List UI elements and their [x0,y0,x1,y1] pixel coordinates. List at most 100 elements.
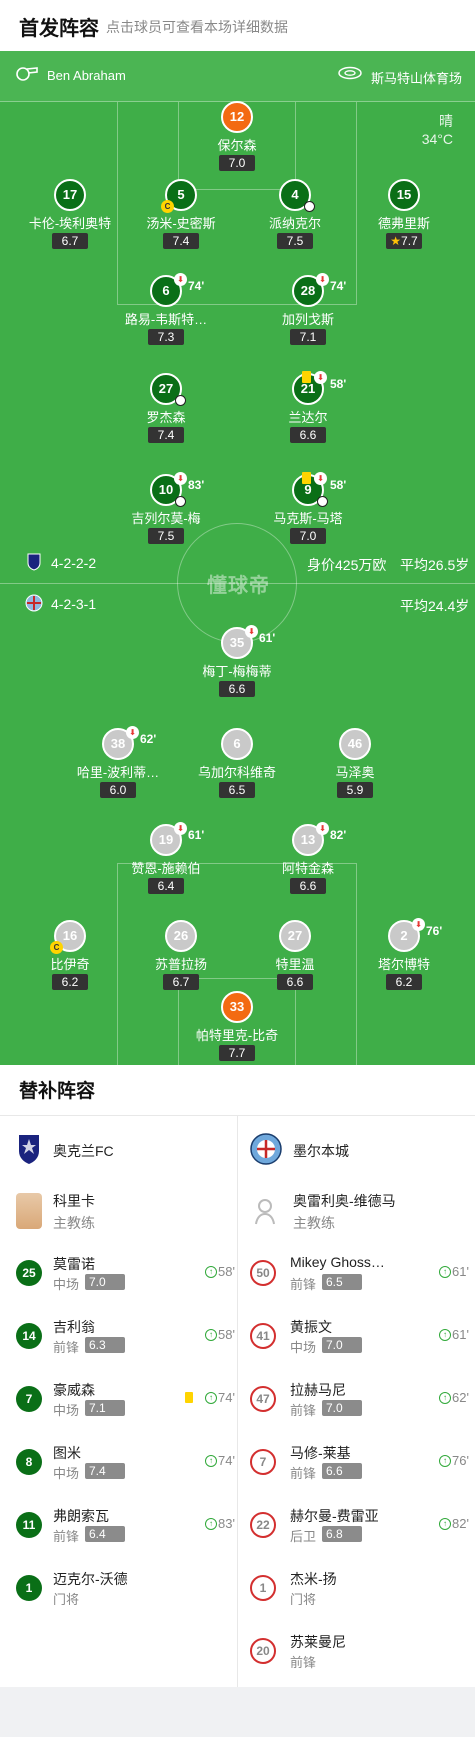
sub-time: 76' [452,1453,469,1468]
player-away-ram[interactable]: 46 马泽奥 5.9 [295,728,415,799]
player-name: 马修-莱基 [290,1445,351,1461]
player-rating: 7.1 [85,1400,125,1416]
player-number: 22 [250,1512,276,1538]
player-home-dm1[interactable]: 6 ⬇ 74' 路易-韦斯特… 7.3 [106,273,226,346]
player-name: 阿特金森 [281,861,334,876]
player-rating: 7.4 [163,233,199,249]
player-home-lb[interactable]: 17 卡伦-埃利奥特 6.7 [10,179,130,250]
player-rating: 7.0 [85,1274,125,1290]
bench-player[interactable]: 22 赫尔曼-费雷亚 后卫 6.8 ↑ 82' [250,1506,469,1550]
player-number: 47 [250,1386,276,1412]
bench-player[interactable]: 25 莫雷诺 中场 7.0 ↑ 58' [16,1254,235,1298]
player-rating: 7.7 [401,234,418,248]
sub-time: 74' [188,279,205,293]
player-away-cam[interactable]: 6 乌加尔科维奇 6.5 [177,728,297,799]
player-position: 门将 [290,1592,317,1607]
sub-time: 62' [140,732,157,746]
bench-player[interactable]: 47 拉赫马尼 前锋 7.0 ↑ 62' [250,1380,469,1424]
player-home-gk[interactable]: 12 保尔森 7.0 [177,101,297,172]
player-home-rb[interactable]: 15 德弗里斯 ★7.7 [344,179,464,250]
player-number: 7 [250,1449,276,1475]
player-name: 苏普拉扬 [154,957,207,972]
bench-player[interactable]: 8 图米 中场 7.4 ↑ 74' [16,1443,235,1487]
soccer-ball-icon [304,201,315,212]
player-away-dm2[interactable]: 13 ⬇ 82' 阿特金森 6.6 [248,822,368,895]
player-name: 兰达尔 [288,410,328,425]
player-rating: 7.4 [85,1463,125,1479]
arrow-down-icon: ⬇ [126,726,139,739]
bench-player[interactable]: 41 黄振文 中场 7.0 ↑ 61' [250,1317,469,1361]
player-position: 中场 [53,1277,80,1292]
sub-time: 62' [452,1390,469,1405]
bench-player[interactable]: 7 豪威森 中场 7.1 ↑ 74' [16,1380,235,1424]
player-number: 38 [110,736,126,751]
player-home-dm2[interactable]: 28 ⬇ 74' 加列戈斯 7.1 [248,273,368,346]
player-number: 1 [16,1575,42,1601]
player-name: 塔尔博特 [377,957,430,972]
player-number: 26 [165,920,197,952]
player-number: 2 [400,928,408,943]
player-rating: 7.7 [219,1045,255,1061]
yellow-card-icon [302,472,311,484]
player-away-cb1[interactable]: 26 苏普拉扬 6.7 [121,920,241,991]
arrow-down-icon: ⬇ [314,371,327,384]
player-number: 5 [177,187,185,202]
player-home-fw2[interactable]: 9 ⬇ 58' 马克斯-马塔 7.0 [248,472,368,545]
player-position: 门将 [53,1592,80,1607]
sub-time: 58' [218,1327,235,1342]
bench-player[interactable]: 1 迈克尔-沃德 门将 [16,1569,231,1613]
coach-role: 主教练 [53,1215,95,1231]
player-number: 12 [221,101,253,133]
player-home-cb1[interactable]: 5C 汤米-史密斯 7.4 [121,179,241,250]
player-number: 21 [300,381,316,396]
player-name: 弗朗索瓦 [53,1508,109,1524]
player-home-am2[interactable]: 21 ⬇ 58' 兰达尔 6.6 [248,371,368,444]
captain-band-icon: C [161,200,174,213]
player-away-cb2[interactable]: 27 特里温 6.6 [235,920,355,991]
player-away-lb[interactable]: 16 C 比伊奇 6.2 [10,920,130,991]
match-info-bar: Ben Abraham 斯马特山体育场 [0,51,475,102]
arrow-up-icon: ↑ [439,1455,451,1467]
player-name: 路易-韦斯特… [124,312,208,327]
bench-player[interactable]: 20 苏莱曼尼 前锋 [250,1632,465,1676]
player-rating-box: ★7.7 [386,233,422,249]
player-name: 罗杰森 [146,410,186,425]
player-number: 7 [16,1386,42,1412]
sub-time: 61' [188,828,205,842]
player-number: 6 [162,283,170,298]
player-number: 15 [388,179,420,211]
player-away-st[interactable]: 35 ⬇ 61' 梅丁-梅梅蒂 6.6 [177,625,297,698]
captain-band-icon: C [50,941,63,954]
player-home-fw1[interactable]: 10 ⬇ 83' 吉列尔莫-梅 7.5 [106,472,226,545]
arrow-up-icon: ↑ [439,1392,451,1404]
player-rating: 6.5 [322,1274,362,1290]
player-rating: 7.4 [148,427,184,443]
bench-player[interactable]: 14 吉利翁 前锋 6.3 ↑ 58' [16,1317,235,1361]
sub-time: 83' [218,1516,235,1531]
bench-section: 替补阵容 奥克兰FC 科里卡 主教练 25 莫雷诺 中场 7.0 ↑ 58' 1… [0,1065,475,1687]
bench-player[interactable]: 7 马修-莱基 前锋 6.6 ↑ 76' [250,1443,469,1487]
player-name: 马克斯-马塔 [273,511,343,526]
player-away-dm1[interactable]: 19 ⬇ 61' 赞恩-施赖伯 6.4 [106,822,226,895]
bench-player[interactable]: 11 弗朗索瓦 前锋 6.4 ↑ 83' [16,1506,235,1550]
player-number: 11 [16,1512,42,1538]
player-name: 莫雷诺 [53,1256,95,1272]
lineup-title: 首发阵容 [19,18,99,40]
player-away-gk[interactable]: 33 帕特里克-比奇 7.7 [177,991,297,1062]
sub-time: 82' [330,828,347,842]
player-rating: 6.7 [163,974,199,990]
player-name: 哈里-波利蒂… [76,765,160,780]
bench-player[interactable]: 1 杰米-扬 门将 [250,1569,465,1613]
player-position: 中场 [53,1466,80,1481]
yellow-card-icon [185,1392,193,1403]
player-rating: 7.3 [148,329,184,345]
player-away-lam[interactable]: 38 ⬇ 62' 哈里-波利蒂… 6.0 [58,726,178,799]
player-away-rb[interactable]: 2 ⬇ 76' 塔尔博特 6.2 [344,918,464,991]
player-name: 杰米-扬 [290,1571,337,1587]
player-home-am1[interactable]: 27 罗杰森 7.4 [106,373,226,444]
player-number: 27 [158,381,174,396]
player-rating: 6.8 [322,1526,362,1542]
player-rating: 7.0 [322,1337,362,1353]
player-home-cb2[interactable]: 4 派纳克尔 7.5 [235,179,355,250]
bench-player[interactable]: 50 Mikey Ghoss… 前锋 6.5 ↑ 61' [250,1254,469,1298]
